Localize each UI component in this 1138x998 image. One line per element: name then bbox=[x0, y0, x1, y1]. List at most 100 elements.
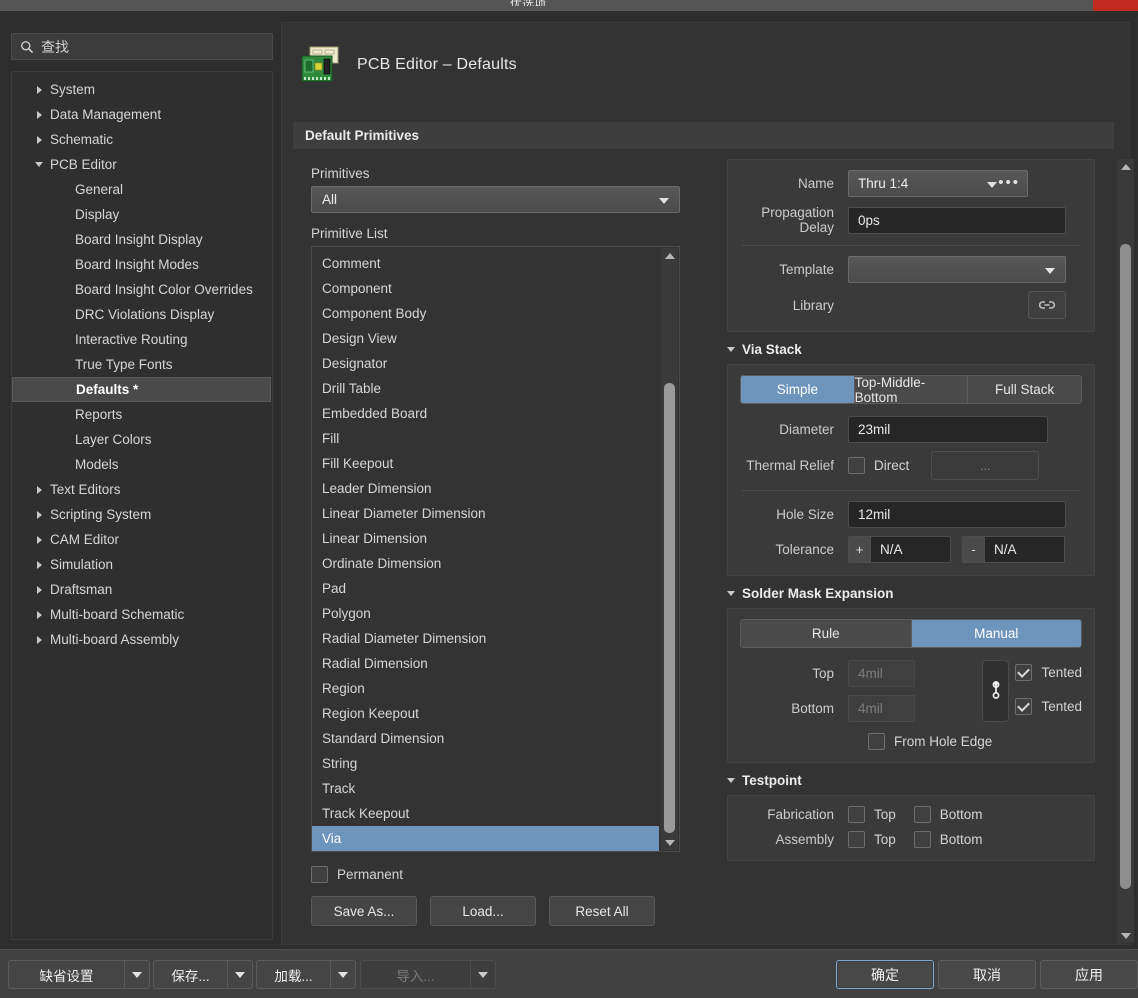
sidebar-item-text-editors[interactable]: Text Editors bbox=[12, 477, 272, 502]
library-link-button[interactable] bbox=[1028, 291, 1066, 319]
solder-mask-header[interactable]: Solder Mask Expansion bbox=[727, 586, 1095, 601]
solder-mask-mode-manual[interactable]: Manual bbox=[911, 620, 1081, 647]
load-button[interactable]: Load... bbox=[430, 896, 536, 926]
list-item[interactable]: Designator bbox=[312, 351, 679, 376]
list-item[interactable]: Track Keepout bbox=[312, 801, 679, 826]
sidebar-item-cam-editor[interactable]: CAM Editor bbox=[12, 527, 272, 552]
list-item[interactable]: Region Keepout bbox=[312, 701, 679, 726]
footer-load-button[interactable]: 加载... bbox=[256, 960, 330, 989]
list-item[interactable]: Region bbox=[312, 676, 679, 701]
list-item[interactable]: Linear Dimension bbox=[312, 526, 679, 551]
list-item[interactable]: Fill Keepout bbox=[312, 451, 679, 476]
apply-button[interactable]: 应用 bbox=[1040, 960, 1138, 989]
permanent-checkbox[interactable] bbox=[311, 866, 328, 883]
sidebar-item-multi-board-assembly[interactable]: Multi-board Assembly bbox=[12, 627, 272, 652]
sidebar-item-general[interactable]: General bbox=[12, 177, 272, 202]
sidebar-item-display[interactable]: Display bbox=[12, 202, 272, 227]
chevron-right-icon[interactable] bbox=[34, 602, 44, 627]
list-item[interactable]: Pad bbox=[312, 576, 679, 601]
load-split-button[interactable]: 加载... bbox=[256, 960, 356, 989]
list-item[interactable]: Leader Dimension bbox=[312, 476, 679, 501]
thermal-relief-more-button[interactable]: ... bbox=[931, 451, 1040, 480]
via-stack-mode-full-stack[interactable]: Full Stack bbox=[968, 376, 1081, 403]
sidebar-item-simulation[interactable]: Simulation bbox=[12, 552, 272, 577]
sidebar-item-layer-colors[interactable]: Layer Colors bbox=[12, 427, 272, 452]
ok-button[interactable]: 确定 bbox=[836, 960, 934, 989]
chevron-right-icon[interactable] bbox=[34, 527, 44, 552]
via-stack-mode-simple[interactable]: Simple bbox=[741, 376, 855, 403]
top-tented-checkbox[interactable] bbox=[1015, 664, 1033, 681]
diameter-input[interactable]: 23mil bbox=[848, 416, 1048, 443]
list-item[interactable]: Linear Diameter Dimension bbox=[312, 501, 679, 526]
reset-all-button[interactable]: Reset All bbox=[549, 896, 655, 926]
chevron-right-icon[interactable] bbox=[34, 627, 44, 652]
list-item[interactable]: Component Body bbox=[312, 301, 679, 326]
chevron-down-icon[interactable] bbox=[34, 152, 44, 177]
from-hole-edge-checkbox[interactable] bbox=[868, 733, 885, 750]
assembly-top-checkbox[interactable] bbox=[848, 831, 865, 848]
propagation-delay-input[interactable]: 0ps bbox=[848, 206, 1066, 234]
fabrication-bottom-checkbox[interactable] bbox=[913, 806, 931, 823]
save-dropdown-arrow[interactable] bbox=[227, 960, 253, 989]
pane-scrollbar-thumb[interactable] bbox=[1120, 244, 1131, 889]
chevron-right-icon[interactable] bbox=[34, 577, 44, 602]
search-box[interactable] bbox=[11, 33, 273, 60]
list-item[interactable]: Design View bbox=[312, 326, 679, 351]
primitives-filter-select[interactable]: All bbox=[311, 186, 680, 213]
default-settings-button[interactable]: 缺省设置 bbox=[8, 960, 124, 989]
chevron-right-icon[interactable] bbox=[34, 77, 44, 102]
primitive-list-scrollbar[interactable] bbox=[661, 248, 678, 850]
window-close-button[interactable] bbox=[1093, 0, 1138, 11]
save-split-button[interactable]: 保存... bbox=[153, 960, 253, 989]
direct-checkbox[interactable] bbox=[848, 457, 865, 474]
ellipsis-icon[interactable]: ••• bbox=[998, 174, 1020, 191]
sidebar-item-board-insight-modes[interactable]: Board Insight Modes bbox=[12, 252, 272, 277]
assembly-bottom-checkbox[interactable] bbox=[913, 831, 931, 848]
import-dropdown-arrow[interactable] bbox=[470, 960, 496, 989]
pane-scroll-up-button[interactable] bbox=[1117, 159, 1134, 174]
via-stack-header[interactable]: Via Stack bbox=[727, 342, 1095, 357]
sidebar-item-models[interactable]: Models bbox=[12, 452, 272, 477]
list-item[interactable]: Polygon bbox=[312, 601, 679, 626]
list-item[interactable]: Drill Table bbox=[312, 376, 679, 401]
chevron-right-icon[interactable] bbox=[34, 102, 44, 127]
sidebar-item-true-type-fonts[interactable]: True Type Fonts bbox=[12, 352, 272, 377]
sidebar-item-interactive-routing[interactable]: Interactive Routing bbox=[12, 327, 272, 352]
primitive-list[interactable]: Comment Component Component Body Design Vie… bbox=[311, 246, 680, 852]
sidebar-item-system[interactable]: System bbox=[12, 77, 272, 102]
sidebar-item-drc-violations-display[interactable]: DRC Violations Display bbox=[12, 302, 272, 327]
link-top-bottom-toggle[interactable] bbox=[982, 660, 1010, 722]
scroll-down-button[interactable] bbox=[661, 835, 678, 850]
mask-top-input[interactable]: 4mil bbox=[848, 660, 915, 687]
sidebar-item-schematic[interactable]: Schematic bbox=[12, 127, 272, 152]
sidebar-item-reports[interactable]: Reports bbox=[12, 402, 272, 427]
chevron-right-icon[interactable] bbox=[34, 552, 44, 577]
save-button[interactable]: 保存... bbox=[153, 960, 227, 989]
tolerance-plus-input[interactable]: N/A bbox=[870, 536, 951, 563]
cancel-button[interactable]: 取消 bbox=[938, 960, 1036, 989]
list-item[interactable]: Embedded Board bbox=[312, 401, 679, 426]
list-item[interactable]: Track bbox=[312, 776, 679, 801]
via-stack-mode-segmented[interactable]: Simple Top-Middle-Bottom Full Stack bbox=[740, 375, 1082, 404]
bottom-tented-checkbox[interactable] bbox=[1015, 698, 1033, 715]
chevron-right-icon[interactable] bbox=[34, 502, 44, 527]
sidebar-item-multi-board-schematic[interactable]: Multi-board Schematic bbox=[12, 602, 272, 627]
list-item[interactable]: Radial Diameter Dimension bbox=[312, 626, 679, 651]
list-item[interactable]: Ordinate Dimension bbox=[312, 551, 679, 576]
template-select[interactable] bbox=[848, 256, 1066, 283]
list-item[interactable]: Comment bbox=[312, 251, 679, 276]
mask-bottom-input[interactable]: 4mil bbox=[848, 695, 915, 722]
sidebar-item-data-management[interactable]: Data Management bbox=[12, 102, 272, 127]
testpoint-header[interactable]: Testpoint bbox=[727, 773, 1095, 788]
solder-mask-mode-segmented[interactable]: Rule Manual bbox=[740, 619, 1082, 648]
load-dropdown-arrow[interactable] bbox=[330, 960, 356, 989]
chevron-right-icon[interactable] bbox=[34, 477, 44, 502]
chevron-right-icon[interactable] bbox=[34, 127, 44, 152]
list-item[interactable]: Radial Dimension bbox=[312, 651, 679, 676]
fabrication-top-checkbox[interactable] bbox=[848, 806, 865, 823]
scrollbar-thumb[interactable] bbox=[664, 383, 675, 833]
hole-size-input[interactable]: 12mil bbox=[848, 501, 1066, 528]
properties-scrollbar[interactable] bbox=[1117, 159, 1134, 943]
solder-mask-mode-rule[interactable]: Rule bbox=[741, 620, 912, 647]
via-name-select[interactable]: Thru 1:4 ••• bbox=[848, 170, 1028, 197]
